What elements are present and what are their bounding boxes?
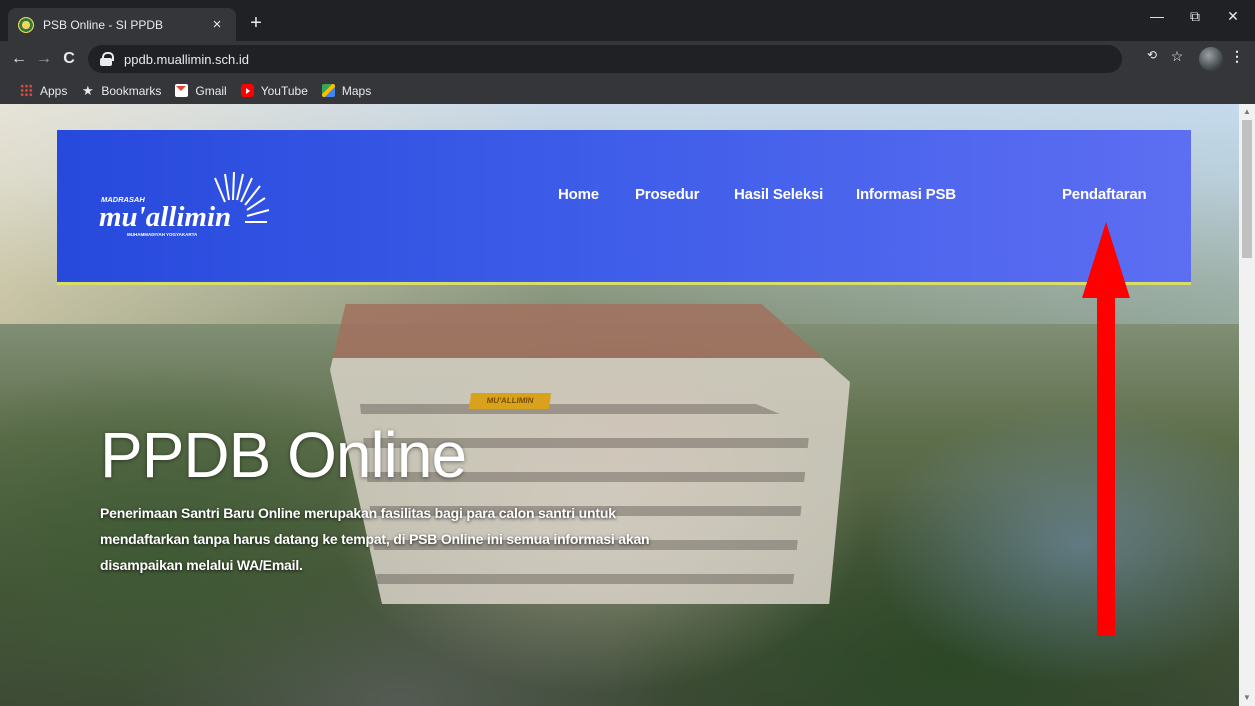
site-header: MADRASAH mu'allimin MUHAMMADIYAH YOGYAKA… [57,130,1191,285]
bookmark-apps[interactable]: Apps [20,84,67,98]
bookmark-star-icon[interactable]: ☆ [1166,48,1188,65]
building-sign: MU'ALLIMIN [468,393,552,409]
nav-informasi-psb[interactable]: Informasi PSB [856,186,956,203]
browser-tab[interactable]: PSB Online - SI PPDB × [8,8,236,41]
new-tab-button[interactable]: + [244,12,268,36]
reload-button[interactable]: C [58,48,80,70]
apps-grid-icon [20,84,33,97]
bookmark-youtube[interactable]: YouTube [240,84,308,98]
menu-kebab-icon[interactable]: ⋮ [1226,48,1248,65]
svg-text:mu'allimin: mu'allimin [99,201,231,233]
nav-hasil-seleksi[interactable]: Hasil Seleksi [734,186,823,203]
url-text[interactable]: ppdb.muallimin.sch.id [124,52,249,67]
forward-button[interactable]: → [33,48,55,70]
tab-title: PSB Online - SI PPDB [43,17,164,32]
browser-tab-strip: PSB Online - SI PPDB × + — ⧉ ✕ [0,0,1255,41]
muallimin-logo[interactable]: MADRASAH mu'allimin MUHAMMADIYAH YOGYAKA… [97,172,287,242]
scroll-up-arrow-icon[interactable]: ▲ [1239,104,1255,120]
translate-icon[interactable]: ⟲ [1141,48,1163,62]
page-viewport: MU'ALLIMIN MADRASAH mu'allimin MUHAMMADI… [0,104,1255,706]
address-bar[interactable]: ppdb.muallimin.sch.id [88,45,1122,73]
maps-icon [321,84,335,97]
bookmarks-bar: Apps ★ Bookmarks Gmail YouTube Maps [0,77,1255,104]
bookmark-bookmarks[interactable]: ★ Bookmarks [81,84,161,98]
profile-avatar[interactable] [1199,47,1223,71]
tab-close-icon[interactable]: × [208,16,226,33]
bookmark-maps[interactable]: Maps [321,84,371,98]
site-favicon-icon [18,16,34,33]
restore-button[interactable]: ⧉ [1175,8,1215,25]
lock-icon[interactable] [100,52,114,66]
close-window-button[interactable]: ✕ [1213,8,1253,25]
nav-pendaftaran[interactable]: Pendaftaran [1062,186,1147,203]
annotation-arrow-icon [1082,222,1130,636]
scrollbar-thumb[interactable] [1242,120,1252,258]
gmail-icon [175,84,189,97]
minimize-button[interactable]: — [1137,8,1177,24]
browser-toolbar: ← → C ppdb.muallimin.sch.id ⟲ ☆ ⋮ [0,41,1255,77]
nav-home[interactable]: Home [558,186,599,203]
nav-prosedur[interactable]: Prosedur [635,186,699,203]
svg-text:MUHAMMADIYAH YOGYAKARTA: MUHAMMADIYAH YOGYAKARTA [127,232,198,237]
youtube-icon [240,84,254,97]
back-button[interactable]: ← [8,48,30,70]
scroll-down-arrow-icon[interactable]: ▼ [1239,690,1255,706]
hero-title: PPDB Online [100,419,467,491]
hero-description: Penerimaan Santri Baru Online merupakan … [100,505,650,573]
bookmark-gmail[interactable]: Gmail [175,84,227,98]
star-icon: ★ [82,83,94,98]
page-scrollbar[interactable]: ▲ ▼ [1239,104,1255,706]
